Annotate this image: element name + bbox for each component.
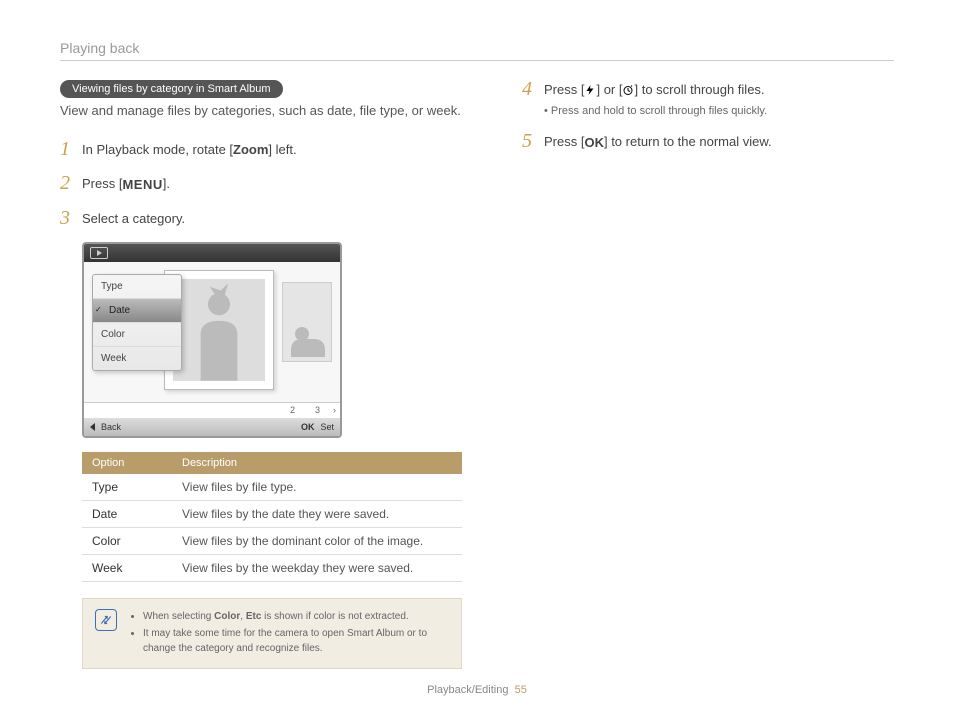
menu-item-color: Color (93, 323, 181, 347)
category-menu: Type Date Color Week (92, 274, 182, 371)
step-text: Select a category. (82, 211, 185, 226)
page-footer: Playback/Editing 55 (0, 684, 954, 696)
step-text: ] or [ (596, 82, 622, 97)
person-silhouette-icon (173, 279, 265, 381)
table-row: ColorView files by the dominant color of… (82, 527, 462, 554)
page-num: 2 (290, 405, 295, 415)
ok-button-label: OK (584, 134, 604, 152)
step-text: Press [ (544, 134, 584, 149)
step-2: 2 Press [MENU]. (60, 173, 462, 194)
step-5: 5 Press [OK] to return to the normal vie… (522, 131, 894, 152)
timer-icon (622, 84, 634, 96)
playback-icon (90, 247, 108, 259)
step-text: Press [ (544, 82, 584, 97)
left-column: Viewing files by category in Smart Album… (60, 79, 462, 669)
note-icon (95, 609, 117, 631)
table-header-option: Option (82, 452, 172, 474)
step-text: ] left. (268, 142, 296, 157)
back-arrow-icon (90, 423, 95, 431)
subsection-pill: Viewing files by category in Smart Album (60, 80, 283, 98)
screen-bottom-bar: Back OK Set (84, 418, 340, 436)
chevron-right-icon: › (333, 405, 336, 415)
options-table: Option Description TypeView files by fil… (82, 452, 462, 582)
page-num: 3 (315, 405, 320, 415)
thumbnail-back (282, 282, 332, 362)
table-header-description: Description (172, 452, 462, 474)
step-text: ] to return to the normal view. (604, 134, 772, 149)
section-header: Playing back (60, 40, 894, 61)
table-row: TypeView files by file type. (82, 474, 462, 501)
menu-item-week: Week (93, 347, 181, 370)
note-item: When selecting Color, Etc is shown if co… (143, 609, 449, 624)
step-number: 5 (522, 131, 544, 151)
step-text: Press [ (82, 176, 122, 191)
table-row: DateView files by the date they were sav… (82, 500, 462, 527)
intro-text: View and manage files by categories, suc… (60, 102, 462, 121)
right-column: 4 Press [ ] or [ ] to scroll through files… (522, 79, 894, 669)
menu-button-label: MENU (122, 176, 162, 194)
screen-top-bar (84, 244, 340, 262)
ok-label: OK (301, 422, 315, 432)
footer-page-number: 55 (515, 684, 527, 696)
menu-item-date-selected: Date (93, 299, 181, 323)
page-number-row: 2 3 › (84, 402, 340, 418)
menu-item-type: Type (93, 275, 181, 299)
step-text: ]. (163, 176, 170, 191)
note-item: It may take some time for the camera to … (143, 626, 449, 656)
step-number: 4 (522, 79, 544, 99)
step-number: 1 (60, 139, 82, 159)
step-4: 4 Press [ ] or [ ] to scroll through files… (522, 79, 894, 99)
step-text: In Playback mode, rotate [ (82, 142, 233, 157)
zoom-label: Zoom (233, 142, 268, 157)
people-silhouette-icon (291, 327, 325, 357)
camera-screen-illustration: Type Date Color Week 2 3 › Back OK (82, 242, 342, 438)
step-sub-bullet: Press and hold to scroll through files q… (544, 105, 894, 117)
table-row: WeekView files by the weekday they were … (82, 554, 462, 581)
footer-section: Playback/Editing (427, 684, 508, 696)
step-number: 2 (60, 173, 82, 193)
step-3: 3 Select a category. (60, 208, 462, 228)
note-box: When selecting Color, Etc is shown if co… (82, 598, 462, 669)
back-label: Back (101, 422, 121, 432)
set-label: Set (320, 422, 334, 432)
step-1: 1 In Playback mode, rotate [Zoom] left. (60, 139, 462, 159)
step-number: 3 (60, 208, 82, 228)
step-text: ] to scroll through files. (634, 82, 764, 97)
flash-icon (584, 84, 596, 96)
